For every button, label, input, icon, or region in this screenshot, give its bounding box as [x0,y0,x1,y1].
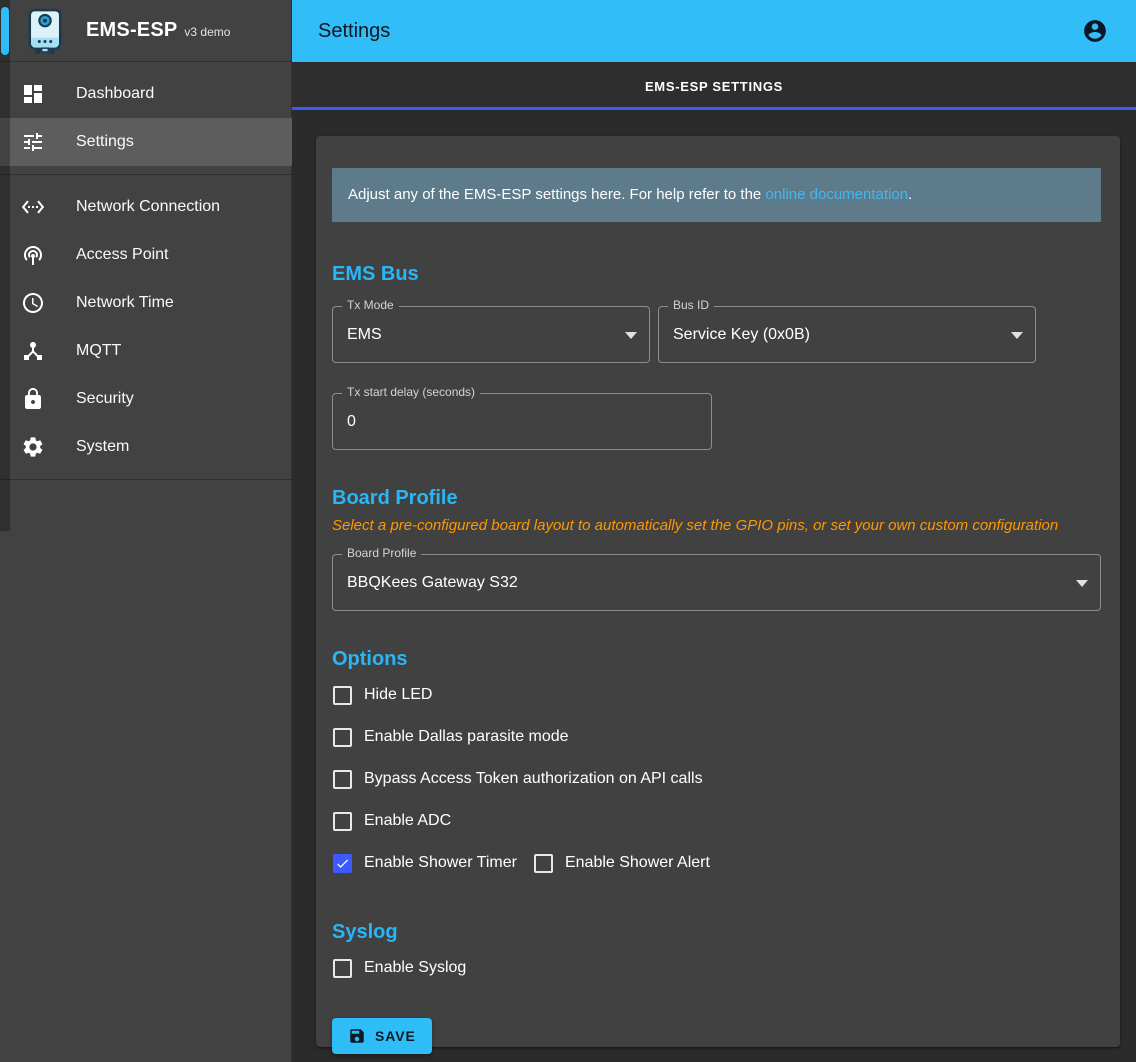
options-list: Hide LED Enable Dallas parasite mode Byp… [332,674,1101,884]
bus-id-value: Service Key (0x0B) [673,326,810,344]
content-area: Adjust any of the EMS-ESP settings here.… [292,110,1136,1062]
option-row: Hide LED [332,674,1101,716]
device-hub-icon [21,339,45,363]
option-row: Enable Syslog [332,947,1101,989]
tx-start-delay-label: Tx start delay (seconds) [342,385,480,399]
option-row: Enable ADC [332,800,1101,842]
checkbox-label: Enable Shower Alert [565,854,710,872]
checkbox-label: Hide LED [364,686,432,704]
tx-mode-value: EMS [347,326,382,344]
sidebar-divider [0,479,292,480]
online-documentation-link[interactable]: online documentation [765,186,908,203]
sidebar-item-label: System [76,438,129,456]
bypass-token-checkbox[interactable] [333,770,352,789]
save-icon [348,1027,366,1045]
checkbox-label: Bypass Access Token authorization on API… [364,770,703,788]
section-heading-syslog: Syslog [332,920,1101,944]
wifi-tethering-icon [21,243,45,267]
sidebar-item-settings[interactable]: Settings [0,118,292,166]
option-row: Enable Shower Timer Enable Shower Alert [332,842,1101,884]
tx-mode-select[interactable]: Tx Mode EMS [332,306,650,363]
sidebar-nav: Dashboard Settings Network Connection Ac… [0,62,292,488]
account-circle-icon[interactable] [1082,18,1108,44]
chevron-down-icon [625,332,637,339]
save-button[interactable]: SAVE [332,1018,432,1054]
sidebar-item-network-time[interactable]: Network Time [0,279,292,327]
sidebar-item-label: Network Time [76,294,174,312]
info-banner-suffix: . [908,186,912,203]
option-row: Bypass Access Token authorization on API… [332,758,1101,800]
board-profile-label: Board Profile [342,546,421,560]
appbar: Settings [292,0,1136,62]
ems-bus-fields-row: Tx Mode EMS Bus ID Service Key (0x0B) [332,306,1101,363]
clock-icon [21,291,45,315]
hide-led-checkbox[interactable] [333,686,352,705]
tab-ems-esp-settings[interactable]: EMS-ESP SETTINGS [645,79,783,94]
dallas-parasite-checkbox[interactable] [333,728,352,747]
section-heading-ems-bus: EMS Bus [332,262,1101,286]
sidebar-item-label: Access Point [76,246,168,264]
info-banner: Adjust any of the EMS-ESP settings here.… [332,168,1101,222]
info-banner-text: Adjust any of the EMS-ESP settings here.… [348,186,765,203]
main-area: Settings EMS-ESP SETTINGS Adjust any of … [292,0,1136,1062]
sidebar-item-label: Settings [76,133,134,151]
tune-icon [21,130,45,154]
app-version: v3 demo [184,25,230,39]
shower-alert-checkbox[interactable] [534,854,553,873]
tab-bar: EMS-ESP SETTINGS [292,62,1136,110]
shower-timer-checkbox[interactable] [333,854,352,873]
left-scrollbar[interactable] [0,0,10,531]
sidebar-item-mqtt[interactable]: MQTT [0,327,292,375]
tab-indicator [292,107,1136,110]
sidebar-item-label: MQTT [76,342,121,360]
sidebar-item-label: Security [76,390,134,408]
save-button-label: SAVE [375,1028,416,1044]
sidebar-item-label: Network Connection [76,198,220,216]
board-profile-select[interactable]: Board Profile BBQKees Gateway S32 [332,554,1101,611]
sidebar-item-access-point[interactable]: Access Point [0,231,292,279]
scrollbar-thumb[interactable] [1,7,9,55]
tx-start-delay-input[interactable]: Tx start delay (seconds) 0 [332,393,712,450]
settings-card: Adjust any of the EMS-ESP settings here.… [316,136,1120,1047]
lock-icon [21,387,45,411]
tx-mode-label: Tx Mode [342,298,399,312]
tx-start-delay-value: 0 [347,413,356,431]
board-profile-value: BBQKees Gateway S32 [347,574,518,592]
app-root: EMS-ESP v3 demo Dashboard Settings Netwo… [0,0,1136,1062]
checkbox-label: Enable Shower Timer [364,854,517,872]
app-title: EMS-ESP [86,19,177,42]
section-heading-options: Options [332,647,1101,671]
bus-id-select[interactable]: Bus ID Service Key (0x0B) [658,306,1036,363]
sidebar-item-security[interactable]: Security [0,375,292,423]
option-row: Enable Dallas parasite mode [332,716,1101,758]
sidebar-item-dashboard[interactable]: Dashboard [0,70,292,118]
ethernet-icon [21,195,45,219]
gear-icon [21,435,45,459]
checkbox-label: Enable Syslog [364,959,466,977]
sidebar-item-system[interactable]: System [0,423,292,471]
chevron-down-icon [1011,332,1023,339]
enable-syslog-checkbox[interactable] [333,959,352,978]
syslog-list: Enable Syslog [332,947,1101,989]
sidebar-item-network-connection[interactable]: Network Connection [0,183,292,231]
dashboard-icon [21,82,45,106]
sidebar-divider [0,174,292,175]
sidebar-item-label: Dashboard [76,85,154,103]
sidebar: EMS-ESP v3 demo Dashboard Settings Netwo… [0,0,292,1062]
board-profile-description: Select a pre-configured board layout to … [332,516,1101,536]
page-title: Settings [318,20,390,43]
enable-adc-checkbox[interactable] [333,812,352,831]
section-heading-board-profile: Board Profile [332,486,1101,510]
chevron-down-icon [1076,580,1088,587]
brand: EMS-ESP v3 demo [86,19,230,42]
sidebar-header: EMS-ESP v3 demo [0,0,292,62]
bus-id-label: Bus ID [668,298,714,312]
checkbox-label: Enable Dallas parasite mode [364,728,569,746]
checkbox-label: Enable ADC [364,812,451,830]
ems-esp-boiler-logo-icon [26,8,64,56]
